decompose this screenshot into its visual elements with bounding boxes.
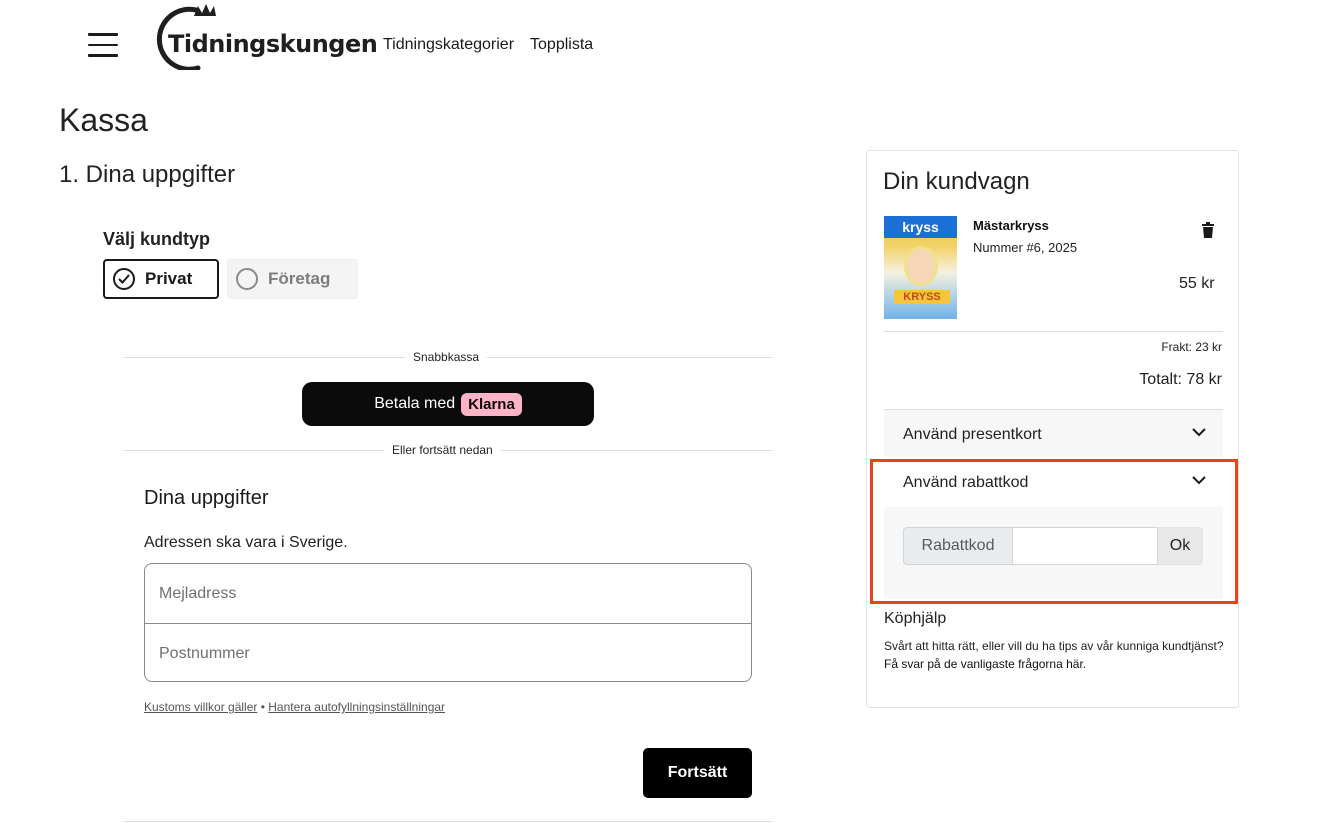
autofill-settings-link[interactable]: Hantera autofyllningsinställningar <box>268 700 445 714</box>
menu-icon[interactable] <box>88 33 118 59</box>
discount-label[interactable]: Använd rabattkod <box>903 474 1028 492</box>
klarna-pay-button[interactable]: Betala med Klarna <box>302 382 594 426</box>
help-description: Svårt att hitta rätt, eller vill du ha t… <box>884 639 1224 653</box>
continue-divider-label: Eller fortsätt nedan <box>384 443 501 457</box>
site-header: Tidningskungen Tidningskategorier Toppli… <box>0 0 1329 90</box>
express-divider-label: Snabbkassa <box>405 350 488 364</box>
postcode-field[interactable] <box>145 624 751 681</box>
radio-empty-icon <box>236 268 258 290</box>
terms-link[interactable]: Kustoms villkor gäller <box>144 700 257 714</box>
cart-panel: Din kundvagn kryss KRYSS Mästarkryss Num… <box>866 150 1239 708</box>
gift-card-accordion[interactable]: Använd presentkort <box>884 409 1223 457</box>
continue-button[interactable]: Fortsätt <box>643 748 752 798</box>
chevron-down-icon[interactable] <box>1191 472 1207 488</box>
main-nav: Tidningskategorier Topplista <box>383 36 593 54</box>
customer-type-foretag[interactable]: Företag <box>227 259 358 299</box>
product-name: Mästarkryss <box>973 218 1049 233</box>
discount-code-row: Rabattkod Ok <box>903 527 1203 565</box>
customer-type-privat[interactable]: Privat <box>103 259 219 299</box>
cover-masthead: kryss <box>884 216 957 238</box>
discount-code-input[interactable] <box>1012 527 1158 565</box>
nav-topplista[interactable]: Topplista <box>530 36 593 54</box>
fine-print-links: Kustoms villkor gäller • Hantera autofyl… <box>144 700 445 714</box>
nav-tidningskategorier[interactable]: Tidningskategorier <box>383 36 514 54</box>
gift-card-label[interactable]: Använd presentkort <box>903 426 1042 444</box>
klarna-prefix: Betala med <box>374 395 456 412</box>
email-field[interactable] <box>145 564 751 623</box>
divider <box>884 331 1223 332</box>
customer-type-foretag-label: Företag <box>268 269 331 288</box>
divider <box>124 821 772 822</box>
customer-type-privat-label: Privat <box>145 269 193 288</box>
cover-portrait <box>904 246 938 286</box>
step-title: 1. Dina uppgifter <box>59 161 236 188</box>
cart-title: Din kundvagn <box>883 168 1030 195</box>
discount-input-label: Rabattkod <box>903 527 1012 565</box>
link-separator: • <box>260 700 265 714</box>
contact-input-group <box>144 563 752 682</box>
product-price: 55 kr <box>1179 275 1215 292</box>
page-title: Kassa <box>59 102 148 138</box>
cover-subtitle: KRYSS <box>894 290 950 304</box>
logo-text: Tidningskungen <box>168 30 378 58</box>
customer-type-label: Välj kundtyp <box>103 229 211 249</box>
discount-ok-button[interactable]: Ok <box>1158 527 1203 565</box>
product-image: kryss KRYSS <box>884 216 957 319</box>
cart-total: Totalt: 78 kr <box>1139 371 1222 388</box>
form-note: Adressen ska vara i Sverige. <box>144 534 348 551</box>
discount-accordion: Använd rabattkod Rabattkod Ok <box>884 458 1223 599</box>
chevron-down-icon[interactable] <box>1191 424 1207 440</box>
help-title: Köphjälp <box>884 610 947 627</box>
shipping-cost: Frakt: 23 kr <box>1161 340 1222 354</box>
klarna-logo: Klarna <box>461 392 522 416</box>
product-issue: Nummer #6, 2025 <box>973 240 1078 255</box>
check-circle-icon <box>113 268 135 290</box>
faq-link[interactable]: Få svar på de vanligaste frågorna här. <box>884 657 1086 671</box>
form-title: Dina uppgifter <box>144 487 269 509</box>
trash-icon[interactable] <box>1199 221 1217 239</box>
logo[interactable]: Tidningskungen <box>156 2 378 70</box>
help-text: Svårt att hitta rätt, eller vill du ha t… <box>884 637 1224 673</box>
